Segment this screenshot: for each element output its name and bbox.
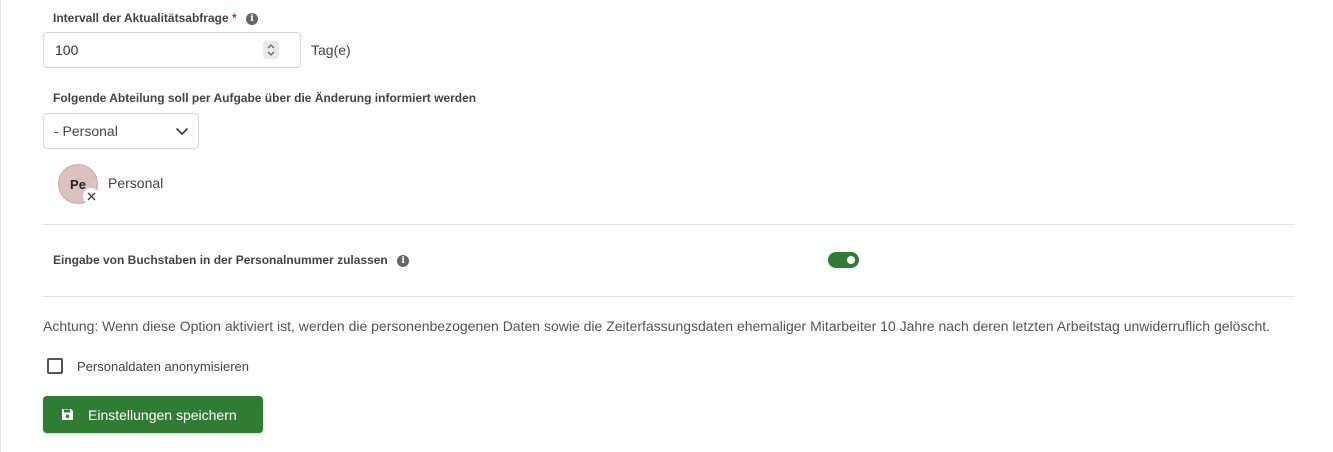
remove-department-button[interactable] — [83, 188, 99, 204]
interval-unit: Tag(e) — [311, 42, 351, 58]
department-selected: - Personal — [54, 123, 118, 139]
chevron-down-icon[interactable] — [267, 51, 275, 56]
divider — [43, 224, 1294, 225]
interval-label: Intervall der Aktualitätsabfrage — [53, 11, 229, 25]
info-icon[interactable]: i — [245, 12, 258, 25]
number-stepper[interactable] — [263, 41, 279, 59]
save-button-label: Einstellungen speichern — [88, 406, 237, 423]
anonymize-checkbox-label[interactable]: Personaldaten anonymisieren — [77, 359, 249, 374]
close-icon[interactable] — [87, 192, 96, 201]
required-marker: * — [231, 11, 237, 25]
save-icon — [62, 409, 73, 420]
chevron-down-icon — [175, 127, 189, 136]
save-settings-button[interactable]: Einstellungen speichern — [43, 396, 263, 433]
interval-input[interactable]: 100 — [43, 32, 301, 68]
content-border — [0, 0, 1, 452]
department-chip: Pe — [58, 164, 99, 204]
department-select[interactable]: - Personal — [43, 113, 199, 149]
anonymize-checkbox[interactable] — [47, 358, 63, 374]
letters-setting-row: Eingabe von Buchstaben in der Personalnu… — [53, 253, 410, 267]
toggle-knob — [847, 256, 855, 264]
interval-label-row: Intervall der Aktualitätsabfrage * i — [53, 11, 258, 25]
department-label: Folgende Abteilung soll per Aufgabe über… — [53, 91, 477, 105]
department-chip-name: Personal — [108, 175, 164, 191]
letters-setting-label: Eingabe von Buchstaben in der Personalnu… — [53, 253, 388, 267]
chevron-up-icon[interactable] — [267, 44, 275, 49]
letters-toggle[interactable] — [828, 252, 859, 268]
divider — [43, 296, 1294, 297]
anonymize-warning: Achtung: Wenn diese Option aktiviert ist… — [43, 318, 1271, 334]
info-icon[interactable]: i — [397, 254, 410, 267]
interval-value: 100 — [55, 42, 79, 58]
